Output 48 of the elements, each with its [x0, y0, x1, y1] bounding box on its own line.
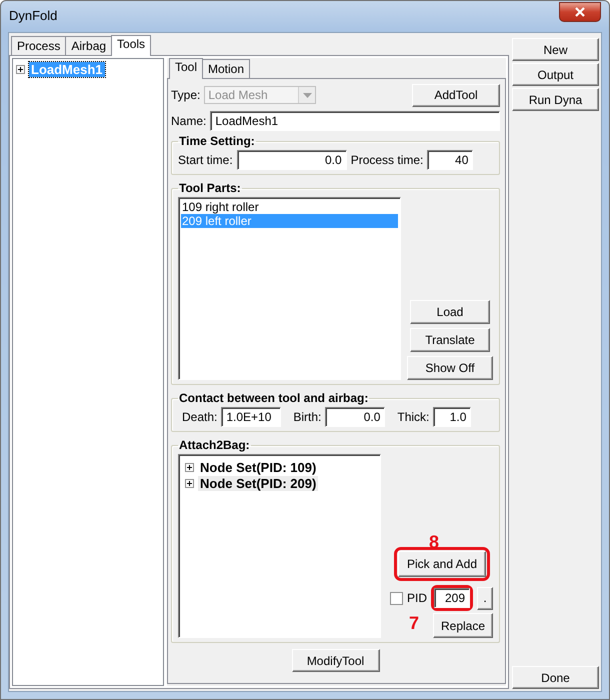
tab[interactable]: Airbag: [65, 36, 112, 55]
close-icon: [575, 7, 585, 17]
callout-number: 7: [409, 613, 420, 634]
group-title: Attach2Bag:: [178, 438, 251, 452]
add-tool-button[interactable]: AddTool: [412, 84, 500, 106]
name-field[interactable]: LoadMesh1: [210, 111, 500, 131]
input-field[interactable]: 1.0: [433, 407, 472, 427]
tab[interactable]: Tools: [111, 35, 152, 56]
replace-button[interactable]: Replace: [433, 613, 493, 638]
caret-icon: [302, 92, 312, 98]
part-button[interactable]: Show Off: [407, 356, 493, 380]
input-field[interactable]: 1.0E+10: [221, 407, 282, 427]
tree-item[interactable]: Node Set(PID: 109): [198, 460, 318, 474]
input-field[interactable]: 0.0: [325, 407, 386, 427]
pid-checkbox[interactable]: [390, 592, 403, 604]
group-title: Tool Parts:: [178, 181, 242, 195]
side-button[interactable]: Run Dyna: [512, 88, 599, 111]
field-label: Thick:: [397, 410, 430, 424]
field-label: Type:: [171, 88, 200, 102]
field-label: Process time:: [350, 153, 424, 167]
pid-field[interactable]: 209: [434, 588, 470, 608]
expand-icon[interactable]: [185, 462, 194, 472]
browse-button[interactable]: .: [477, 586, 493, 610]
group-title: Contact between tool and airbag:: [178, 391, 370, 405]
field-label: Name:: [171, 114, 206, 128]
input-field[interactable]: 0.0: [236, 150, 347, 170]
modify-tool-button[interactable]: ModifyTool: [292, 649, 380, 672]
part-button[interactable]: Load: [410, 300, 490, 324]
side-button[interactable]: New: [512, 38, 599, 61]
tree-item[interactable]: Node Set(PID: 209): [198, 476, 318, 490]
part-button[interactable]: Translate: [410, 328, 490, 352]
tab[interactable]: Motion: [202, 59, 250, 78]
done-button[interactable]: Done: [512, 666, 599, 689]
field-label: Start time:: [178, 153, 233, 167]
tab[interactable]: Process: [11, 36, 66, 55]
checkbox-label: PID: [406, 591, 427, 605]
expand-icon[interactable]: [185, 478, 194, 488]
tab[interactable]: Tool: [169, 58, 204, 79]
expand-icon[interactable]: [16, 64, 25, 74]
close-button[interactable]: [559, 2, 601, 22]
field-label: Birth:: [293, 410, 322, 424]
list-item[interactable]: 109 right roller: [181, 200, 398, 214]
side-button[interactable]: Output: [512, 63, 599, 86]
pick-and-add-button[interactable]: Pick and Add: [398, 551, 486, 577]
field-label: Death:: [182, 410, 218, 424]
input-field[interactable]: 40: [427, 150, 474, 170]
window-title: DynFold: [9, 8, 58, 23]
group-title: Time Setting:: [178, 134, 256, 148]
